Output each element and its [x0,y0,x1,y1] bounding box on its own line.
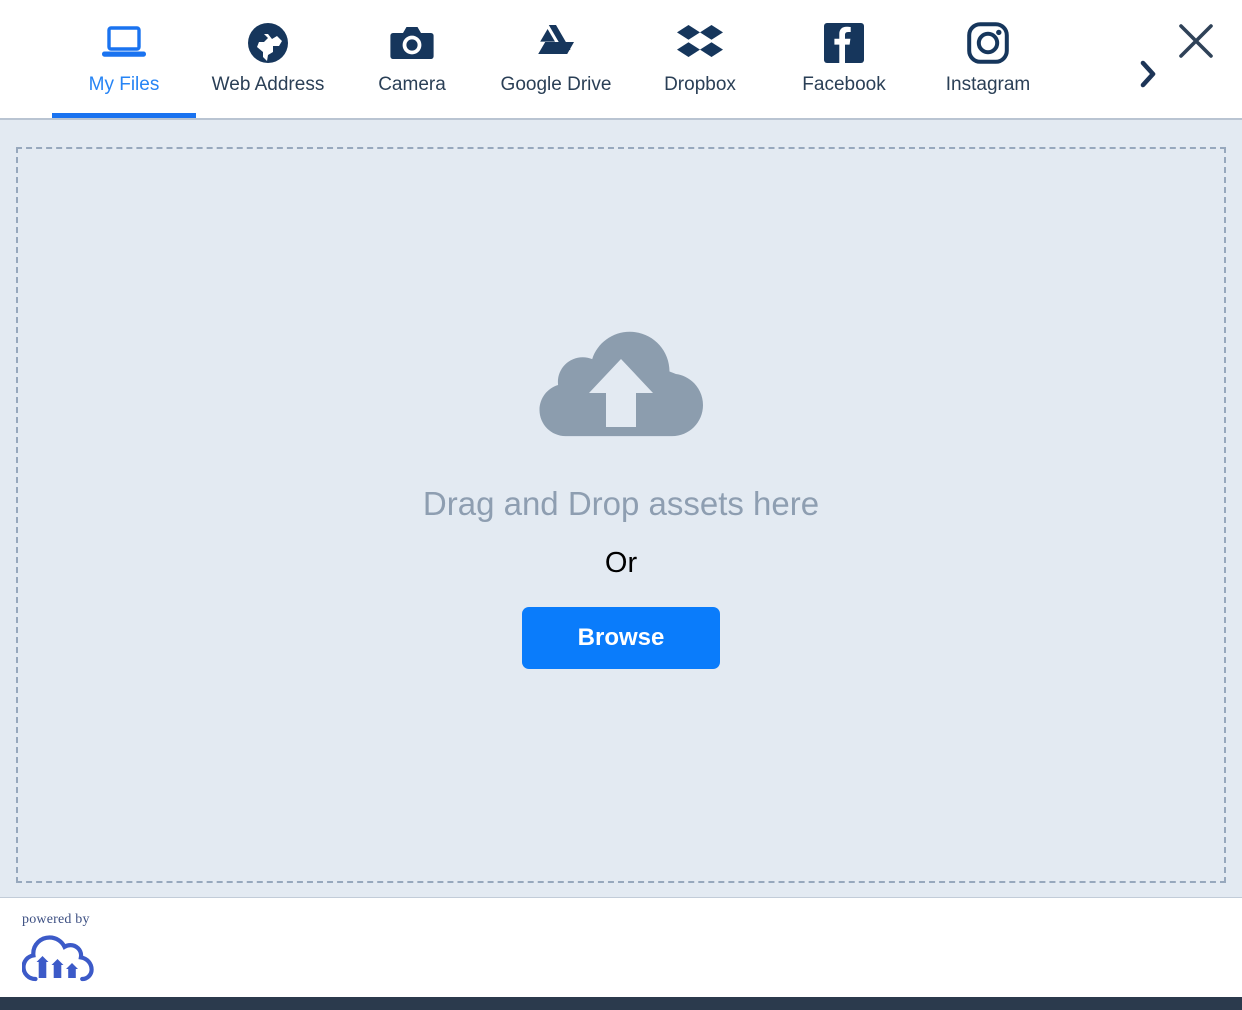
dropzone-or-label: Or [604,547,638,579]
drag-and-drop-zone[interactable]: Drag and Drop assets here Or Browse [16,147,1226,883]
tab-label: Google Drive [500,74,612,95]
google-drive-icon [534,20,578,66]
tab-label: My Files [88,74,160,95]
facebook-icon [824,20,864,66]
chevron-right-icon[interactable] [1128,49,1168,99]
instagram-icon [967,20,1009,66]
tab-dropbox[interactable]: Dropbox [628,0,772,118]
globe-icon [246,20,290,66]
tabbar-actions [1128,0,1242,118]
tab-active-underline [196,113,340,118]
tab-facebook[interactable]: Facebook [772,0,916,118]
tab-camera[interactable]: Camera [340,0,484,118]
tab-label: Camera [378,74,446,95]
close-icon[interactable] [1168,13,1224,69]
tab-my-files[interactable]: My Files [52,0,196,118]
source-tabs: My Files Web Address Camera Google Drive… [0,0,1128,118]
tab-active-underline [484,113,628,118]
tab-label: Dropbox [664,74,736,95]
dropzone-title: Drag and Drop assets here [422,485,820,522]
dropzone-inner: Drag and Drop assets here Or Browse [423,323,819,669]
file-picker-dialog: My Files Web Address Camera Google Drive… [0,0,1242,1010]
tab-active-underline [52,113,196,118]
cloud-upload-icon [539,323,703,441]
tab-label: Facebook [802,74,886,95]
laptop-icon [101,20,147,66]
browse-button[interactable]: Browse [522,607,720,669]
tab-label: Web Address [211,74,325,95]
picker-footer: powered by [0,898,1242,1010]
tab-active-underline [340,113,484,118]
source-tab-bar: My Files Web Address Camera Google Drive… [0,0,1242,120]
picker-content: Drag and Drop assets here Or Browse [0,120,1242,898]
dropbox-icon [677,20,723,66]
tab-google-drive[interactable]: Google Drive [484,0,628,118]
powered-by-label: powered by [22,912,90,927]
tab-active-underline [916,113,1060,118]
tab-active-underline [772,113,916,118]
tab-web-address[interactable]: Web Address [196,0,340,118]
bottom-status-bar [0,997,1242,1010]
filestack-cloud-logo [22,932,1242,986]
tab-instagram[interactable]: Instagram [916,0,1060,118]
tab-active-underline [628,113,772,118]
camera-icon [390,20,434,66]
tab-label: Instagram [945,74,1031,95]
